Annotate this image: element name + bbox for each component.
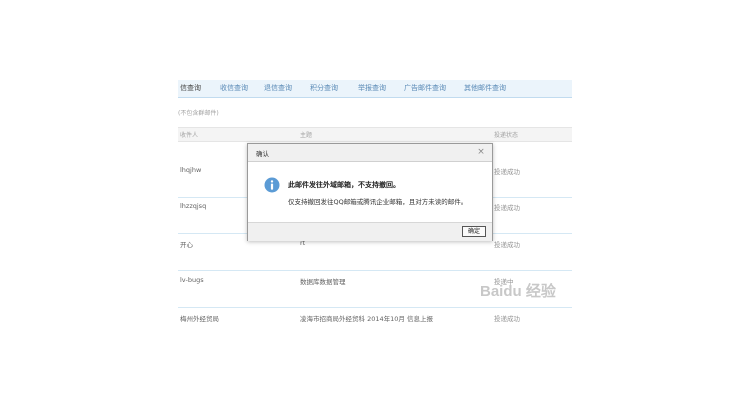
dialog-title: 确认 <box>256 150 269 158</box>
dialog-detail: 仅支持撤回发往QQ邮箱或腾讯企业邮箱，且对方未读的邮件。 <box>288 198 468 206</box>
dialog-message: 此邮件发往外域邮箱，不支持撤回。 <box>288 181 400 189</box>
dialog-header: 确认 × <box>248 144 492 162</box>
info-icon <box>264 177 280 193</box>
ok-button[interactable]: 确定 <box>462 226 486 237</box>
dialog-footer: 确定 <box>248 222 492 241</box>
confirm-dialog: 确认 × 此邮件发往外域邮箱，不支持撤回。 仅支持撤回发往QQ邮箱或腾讯企业邮箱… <box>247 143 493 241</box>
watermark-text: Baidu 经验 <box>480 283 556 300</box>
close-icon[interactable]: × <box>475 146 487 158</box>
